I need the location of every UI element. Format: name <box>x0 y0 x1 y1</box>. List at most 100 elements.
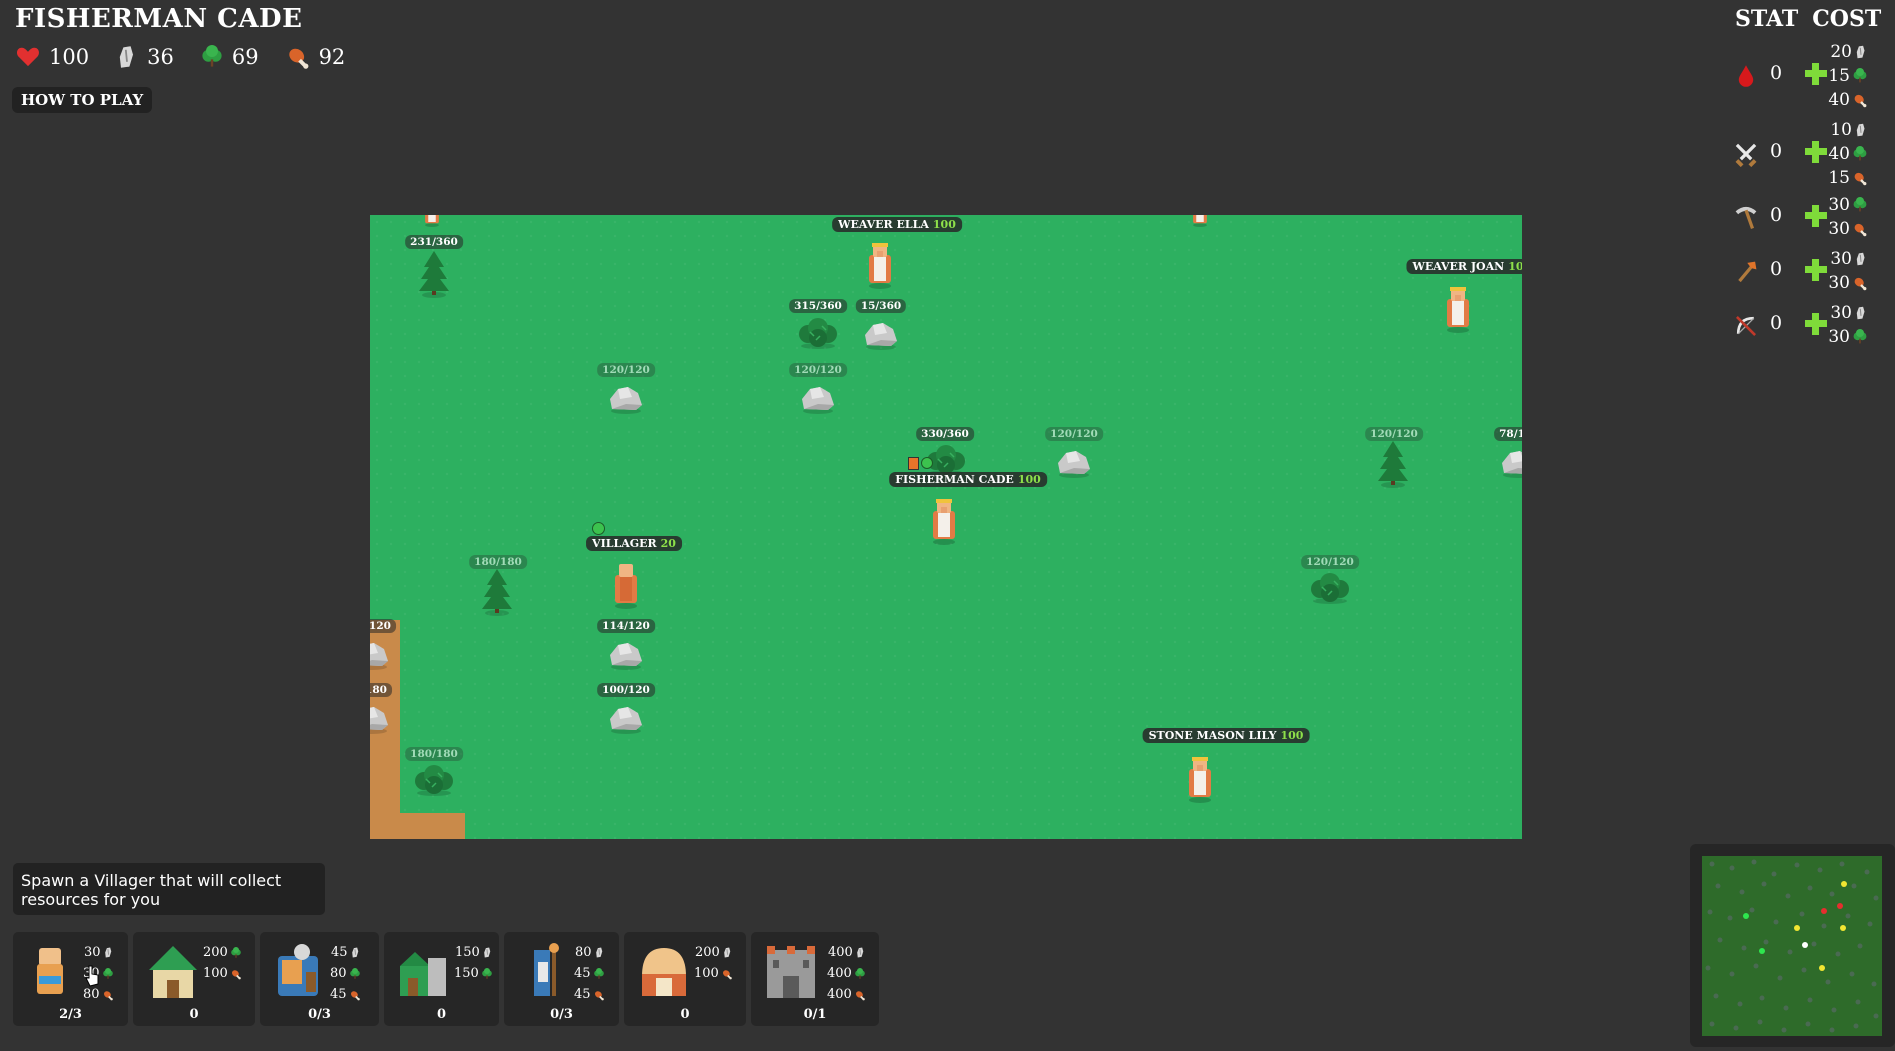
resource-hp-label: 315/360 <box>789 299 847 313</box>
build-castle-button[interactable]: 400 400 400 0/1 <box>751 932 879 1026</box>
stat-header-label: STAT <box>1735 6 1799 32</box>
character-partial[interactable] <box>1182 215 1218 227</box>
meat-value: 92 <box>318 45 346 69</box>
build-house-button[interactable]: 200 100 0 <box>133 932 255 1026</box>
cost-value: 45 <box>331 945 348 960</box>
tree-resource[interactable] <box>1373 439 1413 489</box>
build-count: 0 <box>189 1007 199 1022</box>
upgrade-range-button[interactable] <box>1804 312 1828 336</box>
stone-icon <box>1854 122 1868 138</box>
bush-resource[interactable] <box>412 761 456 797</box>
stat-header: STAT COST <box>1735 6 1881 32</box>
build-workshop-button[interactable]: 45 80 45 0/3 <box>260 932 379 1026</box>
wood-icon <box>1852 146 1868 162</box>
build-mage-button[interactable]: 80 45 45 0/3 <box>504 932 619 1026</box>
rock-resource[interactable] <box>798 379 838 415</box>
cost-value: 30 <box>1828 195 1850 215</box>
weaver-ella-character[interactable] <box>862 241 898 289</box>
build-count: 0/1 <box>803 1007 827 1022</box>
character-partial[interactable] <box>414 215 450 227</box>
stone-icon <box>855 946 866 959</box>
upgrade-attack-button[interactable] <box>1804 140 1828 164</box>
character-hp: 10 <box>1508 260 1522 273</box>
cost-value: 200 <box>203 945 228 960</box>
stat-value: 0 <box>1770 62 1783 84</box>
meat-counter: 92 <box>285 44 346 70</box>
wood-icon <box>1852 329 1868 345</box>
cost-value: 10 <box>1830 120 1852 140</box>
rock-resource[interactable] <box>370 635 392 671</box>
stat-value: 0 <box>1770 312 1783 334</box>
rock-resource[interactable] <box>606 635 646 671</box>
rock-resource[interactable] <box>1054 443 1094 479</box>
minimap[interactable] <box>1702 856 1882 1036</box>
build-costs: 80 45 45 <box>574 942 605 1005</box>
build-storage-button[interactable]: 150 150 0 <box>384 932 499 1026</box>
rock-resource[interactable] <box>861 315 901 351</box>
cost-header-label: COST <box>1812 6 1882 32</box>
cost-value: 150 <box>454 966 479 981</box>
cost-value: 30 <box>1830 249 1852 269</box>
cost-wood: 30 <box>1828 325 1868 349</box>
carried-item-indicator <box>908 457 919 470</box>
resource-hp-label: 120 <box>370 619 396 633</box>
cost-stone: 80 <box>575 942 605 963</box>
villager-label: VILLAGER 20 <box>586 536 682 551</box>
meat-icon <box>721 968 733 980</box>
stone-icon <box>1854 305 1868 321</box>
crossed-swords-icon <box>1732 140 1760 168</box>
resource-hp-label: 114/120 <box>597 619 655 633</box>
cost-wood: 30 <box>1828 193 1868 217</box>
stone-icon <box>1854 251 1868 267</box>
cost-value: 30 <box>1830 303 1852 323</box>
meat-icon <box>854 989 866 1001</box>
rock-resource[interactable] <box>370 699 392 735</box>
cost-value: 150 <box>455 945 480 960</box>
villager-unit[interactable] <box>608 561 644 609</box>
cost-wood: 40 <box>1828 142 1868 166</box>
cost-wood: 400 <box>827 963 866 984</box>
resource-hp-label: 100/120 <box>597 683 655 697</box>
stone-mason-lily-character[interactable] <box>1182 755 1218 803</box>
cost-list: 30 30 <box>1828 247 1868 295</box>
bush-resource[interactable] <box>796 314 840 350</box>
upgrade-chopping-button[interactable] <box>1804 258 1828 282</box>
cost-value: 400 <box>827 987 852 1002</box>
build-bakery-button[interactable]: 200 100 0 <box>624 932 746 1026</box>
tree-resource[interactable] <box>477 567 517 617</box>
tree-resource[interactable] <box>414 249 454 299</box>
meat-icon <box>102 989 114 1001</box>
player-label: FISHERMAN CADE 100 <box>889 472 1047 487</box>
fisherman-cade-player[interactable] <box>926 497 962 545</box>
cost-value: 45 <box>330 987 347 1002</box>
stone-icon <box>350 946 361 959</box>
stat-value: 0 <box>1770 204 1783 226</box>
character-name: STONE MASON LILY <box>1148 729 1277 742</box>
mage-icon <box>534 943 559 996</box>
game-map[interactable]: 231/360 WEAVER ELLA 100 315/360 15/360 12… <box>370 215 1522 839</box>
cost-value: 30 <box>1828 273 1850 293</box>
wood-icon <box>1852 68 1868 84</box>
blood-drop-icon <box>1732 62 1760 90</box>
rock-resource[interactable] <box>606 379 646 415</box>
how-to-play-button[interactable]: HOW TO PLAY <box>12 87 153 113</box>
workshop-icon <box>278 944 318 996</box>
upgrade-mining-button[interactable] <box>1804 204 1828 228</box>
cost-wood: 150 <box>454 963 493 984</box>
rock-resource[interactable] <box>606 699 646 735</box>
character-name: FISHERMAN CADE <box>895 473 1014 486</box>
cost-meat: 400 <box>827 984 866 1005</box>
hand-cursor-icon <box>85 965 99 987</box>
rock-resource[interactable] <box>1498 443 1522 479</box>
cost-value: 30 <box>1828 327 1850 347</box>
build-costs: 45 80 45 <box>330 942 361 1005</box>
upgrade-health-button[interactable] <box>1804 62 1828 86</box>
cost-stone: 150 <box>455 942 493 963</box>
bush-resource[interactable] <box>1308 569 1352 605</box>
stat-value: 0 <box>1770 140 1783 162</box>
build-villager-button[interactable]: 30 30 80 2/3 <box>13 932 128 1026</box>
stone-icon <box>115 45 139 69</box>
pickaxe-icon <box>1732 204 1760 232</box>
weaver-joan-character[interactable] <box>1440 285 1476 333</box>
stone-value: 36 <box>147 45 174 69</box>
